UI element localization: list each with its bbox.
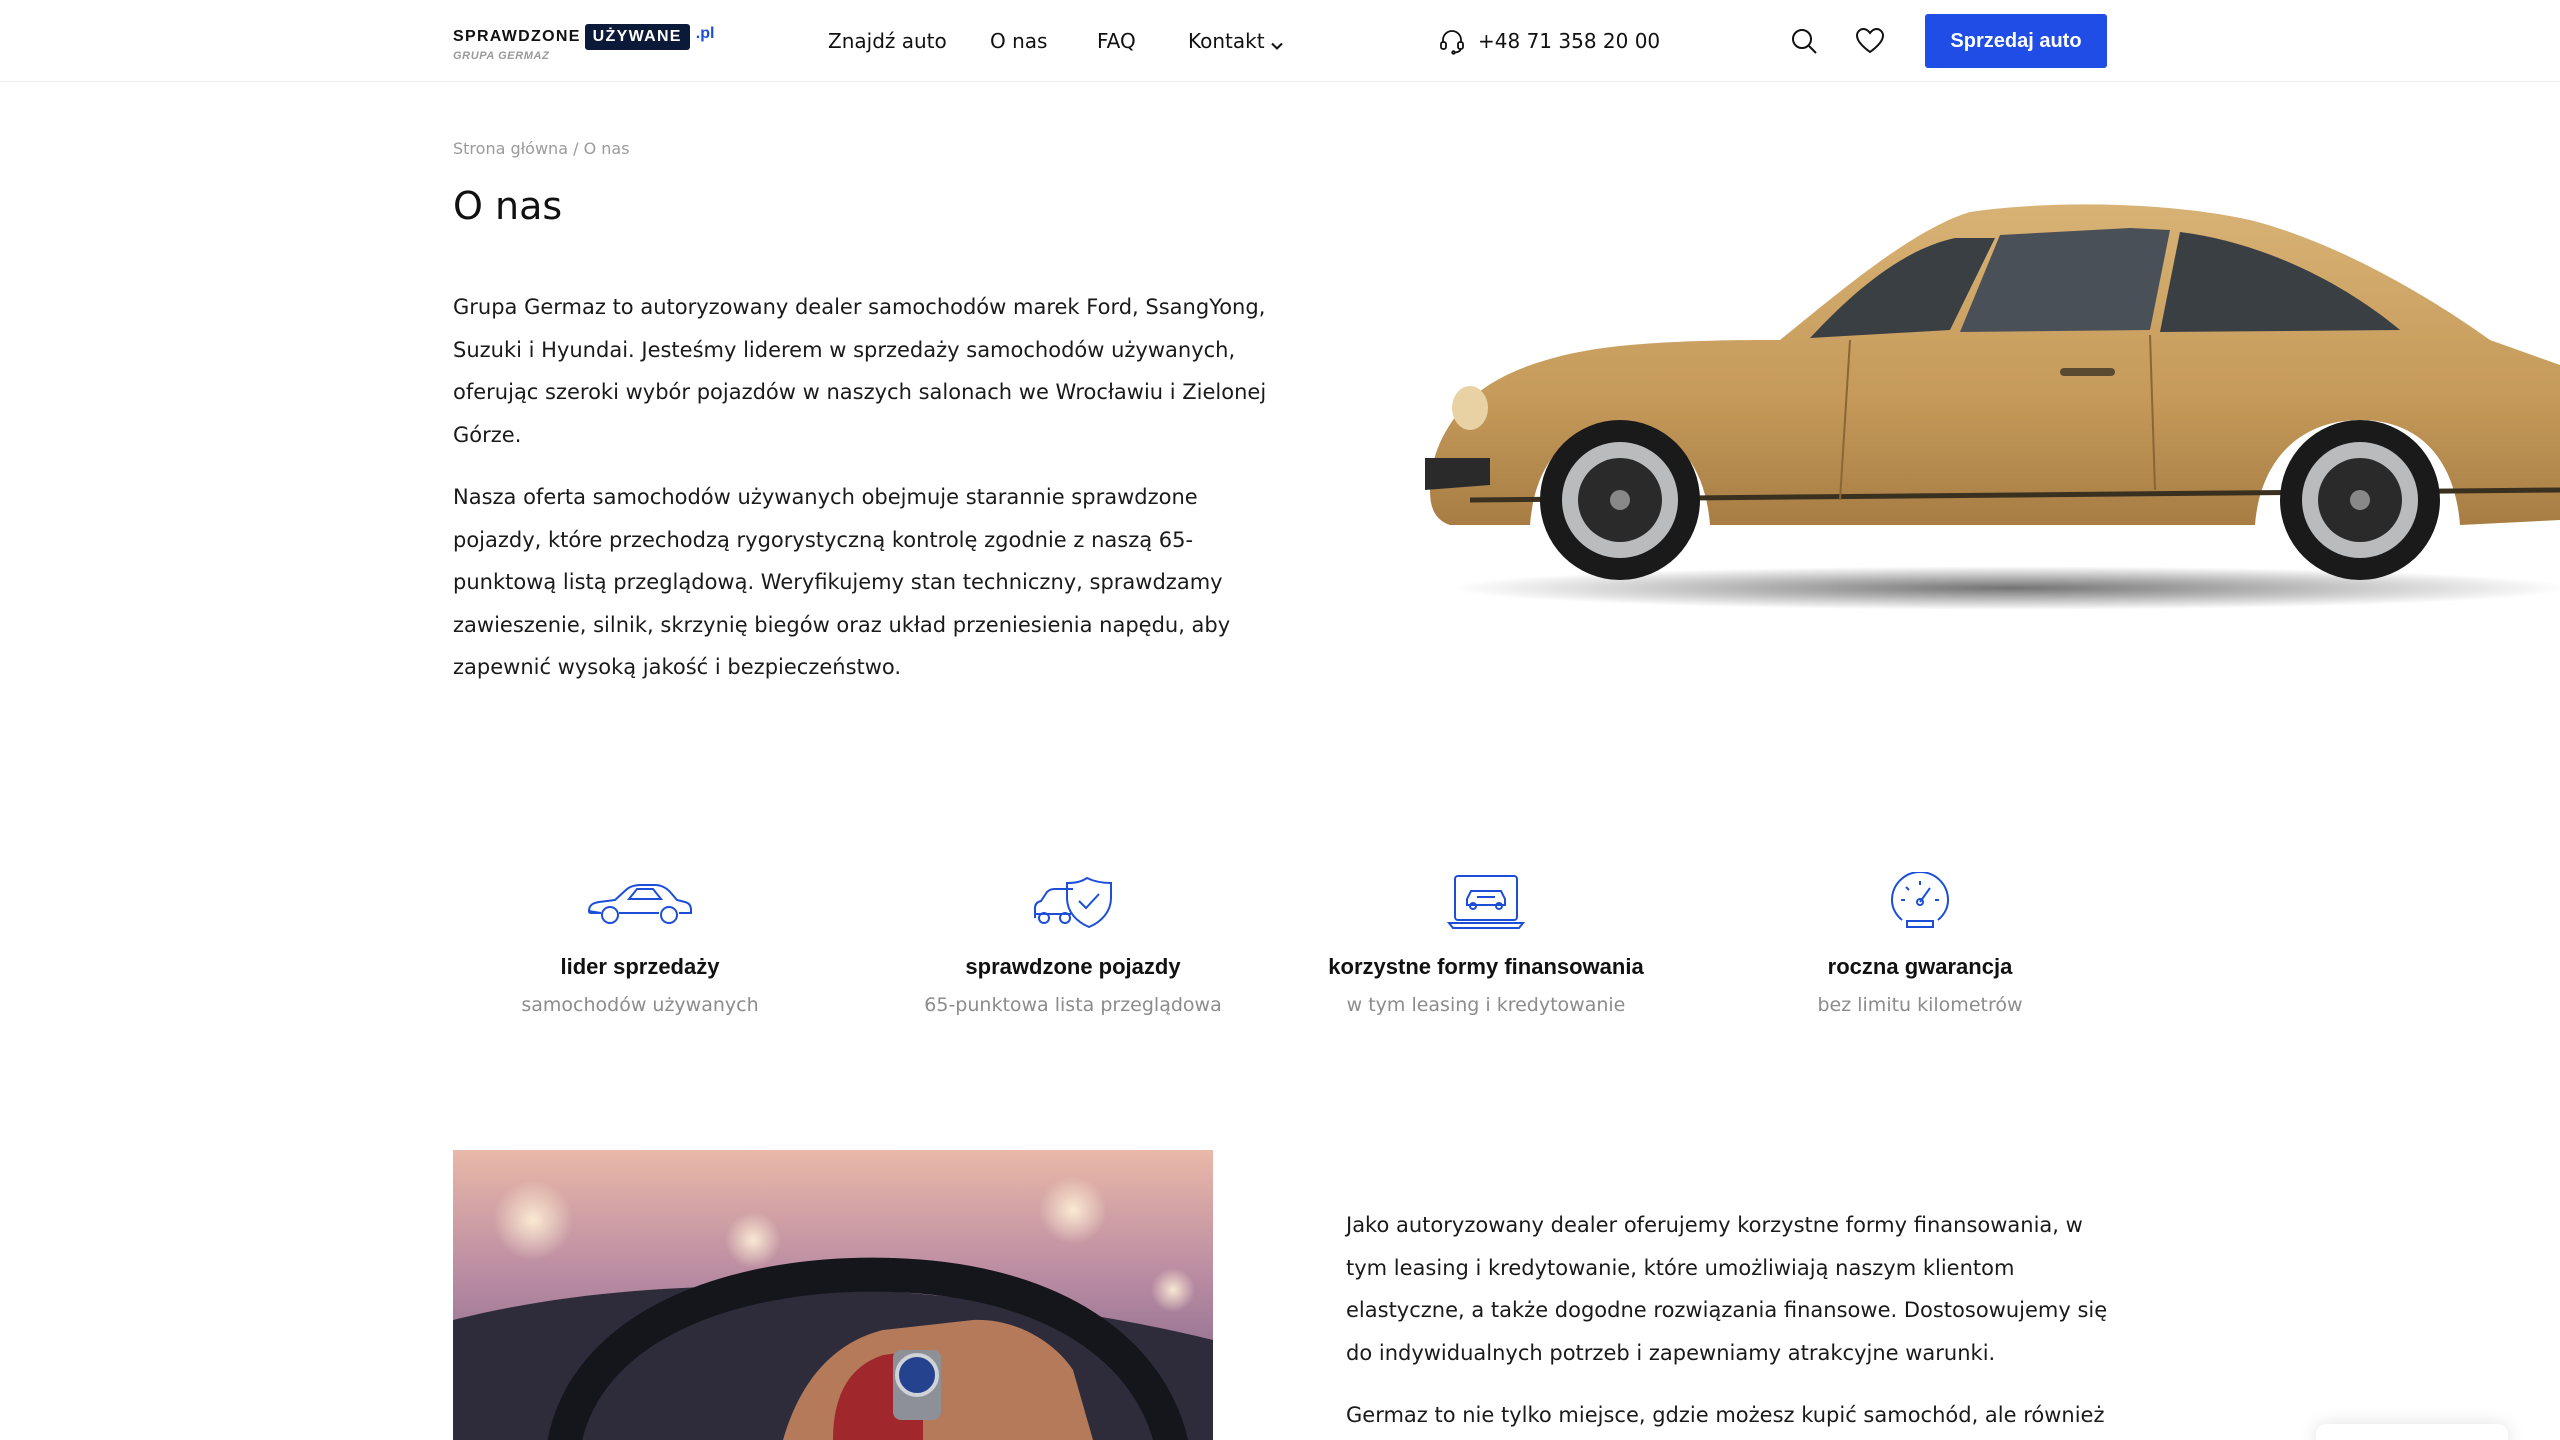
feature-subtitle: 65-punktowa lista przeglądowa xyxy=(924,994,1222,1016)
feature-subtitle: w tym leasing i kredytowanie xyxy=(1346,994,1626,1016)
site-header: SPRAWDZONE UŻYWANE .pl GRUPA GERMAZ Znaj… xyxy=(0,0,2560,82)
chevron-down-icon xyxy=(1270,28,1283,58)
driver-steering-wheel-photo xyxy=(453,1150,1213,1440)
feature-title: sprawdzone pojazdy xyxy=(965,954,1181,979)
logo-wordmark: SPRAWDZONE UŻYWANE .pl xyxy=(453,22,714,52)
intro-paragraph-2: Nasza oferta samochodów używanych obejmu… xyxy=(453,485,1231,679)
heart-icon[interactable] xyxy=(1853,24,1887,58)
phone-number: +48 71 358 20 00 xyxy=(1478,29,1661,53)
search-icon[interactable] xyxy=(1787,24,1821,58)
headset-icon xyxy=(1440,30,1464,55)
car-wheel-front xyxy=(1540,420,1700,580)
nav-contact[interactable]: Kontakt xyxy=(1188,26,1283,58)
car-shield-icon xyxy=(863,870,1283,934)
feature-title: lider sprzedaży xyxy=(560,954,720,979)
feature-sales-leader: lider sprzedaży samochodów używanych xyxy=(430,870,850,1016)
feature-warranty: roczna gwarancja bez limitu kilometrów xyxy=(1710,870,2130,1016)
car-front-bumper xyxy=(1425,458,1490,490)
logo-part-2: UŻYWANE xyxy=(584,24,690,50)
logo-part-1: SPRAWDZONE xyxy=(453,28,581,45)
car-icon xyxy=(430,870,850,934)
car-wheel-rear xyxy=(2280,420,2440,580)
logo-part-3: .pl xyxy=(695,25,715,42)
classic-car-image xyxy=(1425,204,2560,610)
chat-widget[interactable] xyxy=(2316,1424,2508,1440)
financing-paragraph-2: Germaz to nie tylko miejsce, gdzie możes… xyxy=(1346,1403,2105,1427)
intro-paragraph-1: Grupa Germaz to autoryzowany dealer samo… xyxy=(453,295,1267,447)
intro-text: Grupa Germaz to autoryzowany dealer samo… xyxy=(453,286,1273,709)
sell-car-button[interactable]: Sprzedaj auto xyxy=(1925,14,2107,68)
phone-link[interactable]: +48 71 358 20 00 xyxy=(1438,26,1660,56)
site-logo[interactable]: SPRAWDZONE UŻYWANE .pl GRUPA GERMAZ xyxy=(453,22,714,62)
nav-find-car[interactable]: Znajdź auto xyxy=(828,26,947,56)
financing-text: Jako autoryzowany dealer oferujemy korzy… xyxy=(1346,1204,2116,1440)
laptop-car-icon xyxy=(1276,870,1696,934)
nav-contact-label: Kontakt xyxy=(1188,29,1265,53)
nav-about[interactable]: O nas xyxy=(990,26,1047,56)
speedometer-icon xyxy=(1710,870,2130,934)
page-title: O nas xyxy=(453,184,563,228)
feature-title: roczna gwarancja xyxy=(1827,954,2013,979)
logo-subtitle: GRUPA GERMAZ xyxy=(453,50,550,62)
feature-financing: korzystne formy finansowania w tym leasi… xyxy=(1276,870,1696,1016)
nav-faq[interactable]: FAQ xyxy=(1097,26,1136,56)
car-headlight xyxy=(1452,386,1488,430)
breadcrumb[interactable]: Strona główna / O nas xyxy=(453,139,630,158)
feature-subtitle: bez limitu kilometrów xyxy=(1817,994,2023,1016)
feature-checked-vehicles: sprawdzone pojazdy 65-punktowa lista prz… xyxy=(863,870,1283,1016)
car-door-handle xyxy=(2060,368,2115,376)
feature-title: korzystne formy finansowania xyxy=(1328,954,1644,979)
feature-subtitle: samochodów używanych xyxy=(521,994,759,1016)
financing-paragraph-1: Jako autoryzowany dealer oferujemy korzy… xyxy=(1346,1213,2108,1365)
